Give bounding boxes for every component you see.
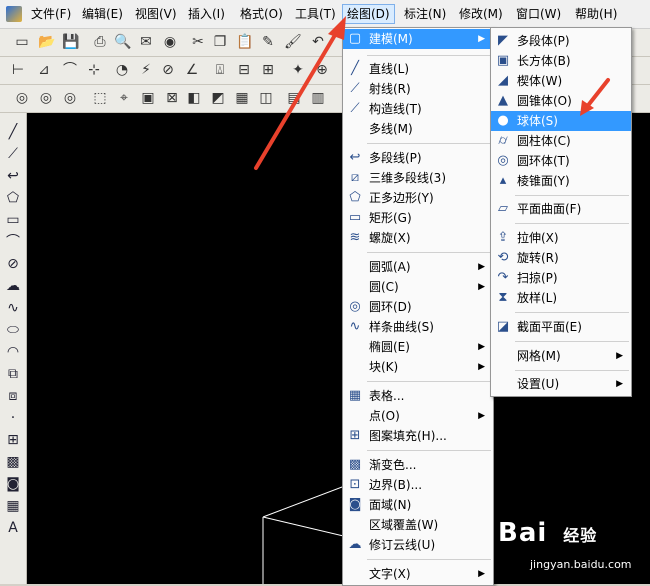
baidu-watermark: Bai 经验 jingyan.baidu.com — [498, 518, 646, 578]
annotation-arrows — [254, 16, 610, 170]
watermark-url: jingyan.baidu.com — [530, 558, 632, 571]
watermark-brand: Bai — [498, 518, 548, 548]
arrow-head-draw — [328, 16, 346, 40]
arrow-to-sphere — [584, 78, 610, 110]
watermark-brand-cn: 经验 — [563, 526, 598, 545]
arrow-to-draw-menu — [254, 28, 340, 170]
